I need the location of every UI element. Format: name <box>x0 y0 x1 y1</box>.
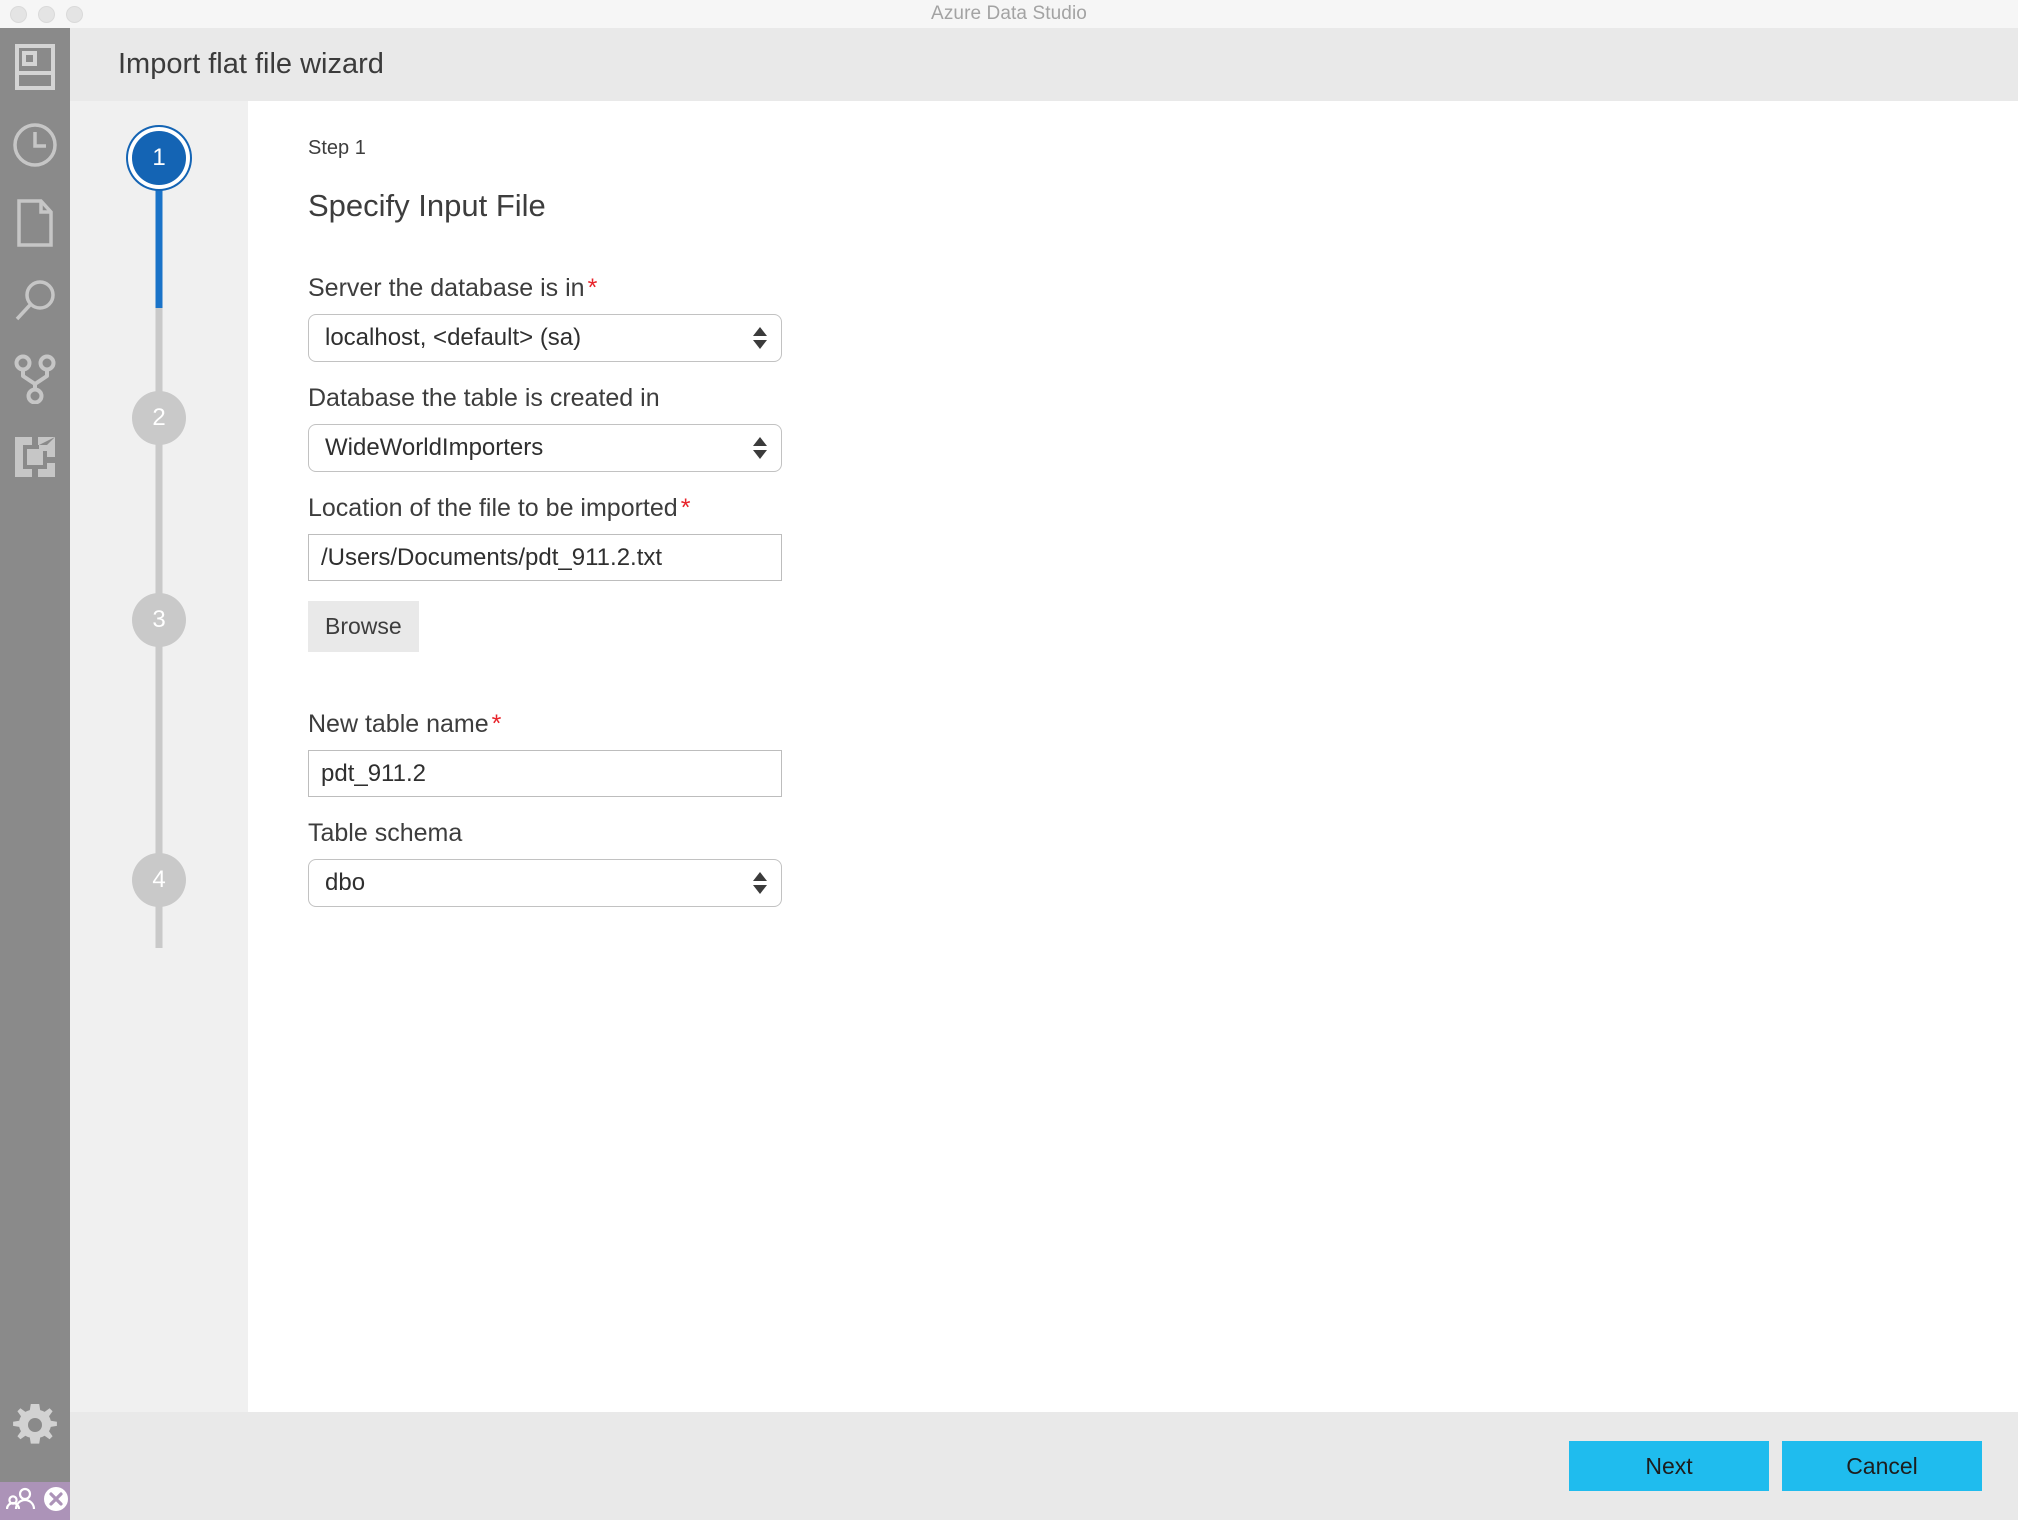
cancel-button[interactable]: Cancel <box>1782 1441 1982 1491</box>
field-server-required-mark: * <box>587 274 598 302</box>
field-file-location: Location of the file to be imported* Bro… <box>308 494 2018 652</box>
field-table-schema-label: Table schema <box>308 819 2018 848</box>
wizard-header: Import flat file wizard <box>70 28 2018 101</box>
chevron-updown-icon <box>753 327 767 349</box>
step-connector-1-2-active <box>155 188 163 308</box>
wizard-step-2-number: 2 <box>152 404 166 431</box>
server-select-value: localhost, <default> (sa) <box>325 324 582 351</box>
sidebar-item-search[interactable] <box>0 262 70 340</box>
accounts-person-icon <box>5 1487 36 1516</box>
server-select[interactable]: localhost, <default> (sa) <box>308 314 782 362</box>
wizard-body: 1 2 3 4 Step 1 Specify Input File Server… <box>70 101 2018 1412</box>
form-spacer <box>308 674 2018 710</box>
clock-history-icon <box>11 121 59 169</box>
wizard-step-2[interactable]: 2 <box>132 391 186 445</box>
source-control-branch-icon <box>11 354 59 404</box>
wizard-step-1-number: 1 <box>152 144 166 171</box>
activity-bar-items <box>0 28 70 496</box>
gear-icon <box>12 1402 58 1448</box>
sidebar-item-history[interactable] <box>0 106 70 184</box>
database-select[interactable]: WideWorldImporters <box>308 424 782 472</box>
minimize-window-button[interactable] <box>38 5 55 23</box>
wizard-step-3[interactable]: 3 <box>132 593 186 647</box>
sidebar-item-source-control[interactable] <box>0 340 70 418</box>
field-table-schema: Table schema dbo <box>308 819 2018 907</box>
browse-button[interactable]: Browse <box>308 601 419 652</box>
field-database-label: Database the table is created in <box>308 384 2018 413</box>
next-button[interactable]: Next <box>1569 1441 1769 1491</box>
wizard-footer: Next Cancel <box>70 1412 2018 1520</box>
wizard-step-3-number: 3 <box>152 606 166 633</box>
sidebar-item-extensions[interactable] <box>0 418 70 496</box>
step-eyebrow: Step 1 <box>308 137 366 159</box>
file-location-input[interactable] <box>308 534 782 581</box>
field-file-location-label: Location of the file to be imported * <box>308 494 2018 523</box>
field-server-label-text: Server the database is in <box>308 274 585 302</box>
field-server: Server the database is in * localhost, <d… <box>308 274 2018 362</box>
zoom-window-button[interactable] <box>66 5 83 23</box>
field-table-name: New table name * <box>308 710 2018 797</box>
wizard-step-4[interactable]: 4 <box>132 853 186 907</box>
activity-bar <box>0 28 70 1520</box>
traffic-light-group <box>10 0 83 28</box>
status-bar <box>0 1482 70 1520</box>
database-select-value: WideWorldImporters <box>325 434 544 461</box>
field-table-schema-required-mark <box>462 819 465 847</box>
field-file-location-label-text: Location of the file to be imported <box>308 494 678 522</box>
field-database-label-text: Database the table is created in <box>308 384 660 412</box>
sidebar-item-servers[interactable] <box>0 28 70 106</box>
chevron-updown-icon <box>753 872 767 894</box>
wizard-steps-rail: 1 2 3 4 <box>70 101 248 1412</box>
step-heading: Specify Input File <box>308 188 546 223</box>
window-title: Azure Data Studio <box>931 3 1087 24</box>
table-schema-select[interactable]: dbo <box>308 859 782 907</box>
activity-bar-bottom-items <box>0 1386 70 1464</box>
field-database: Database the table is created in WideWor… <box>308 384 2018 472</box>
field-table-name-label-text: New table name <box>308 710 489 738</box>
chevron-updown-icon <box>753 437 767 459</box>
close-window-button[interactable] <box>10 5 27 23</box>
error-circle-x-icon <box>43 1486 69 1517</box>
sidebar-item-files[interactable] <box>0 184 70 262</box>
page-title: Import flat file wizard <box>118 48 384 80</box>
file-document-icon <box>14 198 56 248</box>
status-bar-accounts[interactable] <box>0 1482 42 1520</box>
wizard-form-pane: Step 1 Specify Input File Server the dat… <box>248 101 2018 1412</box>
field-file-location-required-mark: * <box>680 494 691 522</box>
window-titlebar: Azure Data Studio <box>0 0 2018 28</box>
step-connector-3-4 <box>155 738 163 948</box>
step-connector-2-3 <box>155 308 163 738</box>
wizard-step-4-number: 4 <box>152 866 166 893</box>
field-database-required-mark <box>660 384 663 412</box>
field-table-name-label: New table name * <box>308 710 2018 739</box>
sidebar-item-manage[interactable] <box>0 1386 70 1464</box>
table-schema-select-value: dbo <box>325 869 366 896</box>
search-icon <box>11 277 59 325</box>
field-server-label: Server the database is in * <box>308 274 2018 303</box>
field-table-schema-label-text: Table schema <box>308 819 463 847</box>
status-bar-errors[interactable] <box>42 1482 70 1520</box>
table-name-input[interactable] <box>308 750 782 797</box>
extensions-icon <box>12 434 58 480</box>
wizard-step-1[interactable]: 1 <box>132 131 186 185</box>
field-table-name-required-mark: * <box>491 710 502 738</box>
servers-icon <box>14 43 56 91</box>
